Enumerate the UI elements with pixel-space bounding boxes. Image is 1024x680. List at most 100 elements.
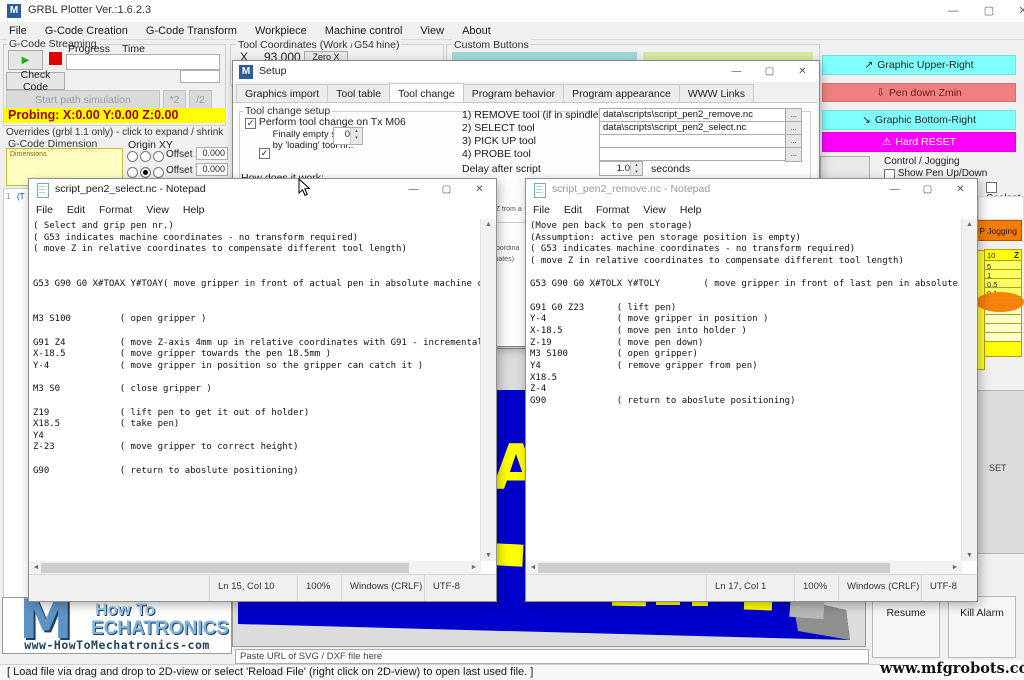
menu-format[interactable]: Format [92, 204, 139, 216]
scroll-down-icon[interactable]: ▼ [962, 552, 977, 559]
menu-gcode-transform[interactable]: G-Code Transform [137, 25, 246, 37]
text-editor[interactable]: ( Select and grip pen nr.) ( G53 indicat… [29, 219, 481, 561]
origin-radio[interactable] [140, 151, 151, 162]
origin-radio[interactable] [127, 151, 138, 162]
menu-about[interactable]: About [453, 25, 500, 37]
speed-div2-button[interactable]: /2 [189, 90, 212, 109]
pickup-tool-field[interactable] [599, 134, 786, 148]
close-icon[interactable]: ✕ [944, 179, 977, 200]
tab-program-behavior[interactable]: Program behavior [463, 84, 564, 102]
menu-machine-control[interactable]: Machine control [316, 25, 412, 37]
start-simulation-button[interactable]: Start path simulation [6, 90, 160, 109]
jog-step-10: 10 [987, 251, 995, 260]
menu-file[interactable]: File [0, 25, 36, 37]
editor-content[interactable]: ( Select and grip pen nr.) ( G53 indicat… [29, 219, 481, 477]
origin-radio[interactable] [127, 167, 138, 178]
menu-gcode-creation[interactable]: G-Code Creation [36, 25, 137, 37]
jog-step-bottom[interactable] [984, 341, 1022, 357]
text-editor[interactable]: (Move pen back to pen storage) (Assumpti… [526, 219, 962, 561]
probe-tool-field[interactable] [599, 147, 786, 161]
horizontal-scrollbar[interactable]: ◄ ► [29, 561, 481, 575]
vertical-scrollbar[interactable]: ▲ ▼ [961, 219, 977, 561]
maximize-icon[interactable]: ▢ [753, 61, 786, 82]
setup-title: Setup [259, 65, 286, 77]
close-icon[interactable]: ✕ [786, 61, 819, 82]
menu-format[interactable]: Format [589, 204, 636, 216]
vertical-scrollbar[interactable]: ▲ ▼ [480, 219, 496, 561]
play-button[interactable]: ▶ [8, 50, 43, 70]
setup-titlebar[interactable]: M Setup — ▢ ✕ [233, 61, 819, 82]
minimize-icon[interactable]: — [878, 179, 911, 200]
scroll-right-icon[interactable]: ► [948, 561, 962, 575]
menu-help[interactable]: Help [673, 204, 709, 216]
menu-edit[interactable]: Edit [60, 204, 92, 216]
hard-reset-button[interactable]: ⚠ Hard RESET [822, 132, 1016, 152]
tab-program-appearance[interactable]: Program appearance [563, 84, 680, 102]
editor-content[interactable]: (Move pen back to pen storage) (Assumpti… [526, 219, 962, 408]
offset-x-field[interactable]: 0.000 [196, 147, 228, 160]
spinner-arrows-icon[interactable]: ▴▾ [630, 162, 642, 175]
scroll-right-icon[interactable]: ► [467, 561, 481, 575]
custom-button-1[interactable] [452, 52, 637, 60]
gcode-editor-strip[interactable]: 1 (T [3, 188, 29, 598]
custom-button-2[interactable] [643, 52, 813, 60]
scrollbar-thumb[interactable] [41, 563, 409, 573]
tab-www-links[interactable]: WWW Links [679, 84, 754, 102]
maximize-icon[interactable]: ▢ [430, 179, 463, 200]
checkbox-checked-icon: ✓ [245, 118, 256, 129]
minimize-icon[interactable]: — [720, 61, 753, 82]
kill-alarm-button[interactable]: Kill Alarm [948, 596, 1016, 658]
menu-edit[interactable]: Edit [557, 204, 589, 216]
encoding: UTF-8 [424, 575, 496, 601]
time-field [180, 70, 220, 83]
overrides-toggle[interactable]: Overrides (grbl 1.1 only) - click to exp… [6, 127, 223, 138]
offset-y-field[interactable]: 0.000 [196, 163, 228, 176]
graphic-bottom-right-button[interactable]: ↘ Graphic Bottom-Right [822, 110, 1016, 130]
perform-tool-change-checkbox[interactable]: ✓ Perform tool change on Tx M06 [245, 116, 406, 129]
menu-view[interactable]: View [636, 204, 673, 216]
pen-down-zmin-button[interactable]: ⇩ Pen down Zmin [822, 83, 1016, 102]
minimize-icon[interactable]: — [936, 0, 970, 22]
tab-tool-table[interactable]: Tool table [327, 84, 390, 102]
origin-radio[interactable] [153, 151, 164, 162]
scroll-up-icon[interactable]: ▲ [481, 221, 496, 228]
close-icon[interactable]: ✕ [1006, 0, 1024, 22]
tool-nr-spinner[interactable]: 0 ▴▾ [333, 127, 363, 145]
check-code-button[interactable]: Check Code [6, 72, 65, 90]
tab-graphics-import[interactable]: Graphics import [236, 84, 328, 102]
notepad-titlebar[interactable]: script_pen2_select.nc - Notepad — ▢ ✕ [29, 179, 496, 200]
scrollbar-thumb[interactable] [538, 563, 890, 573]
origin-radio[interactable] [153, 167, 164, 178]
origin-radio-selected[interactable] [140, 167, 151, 178]
menu-view[interactable]: View [411, 25, 453, 37]
close-icon[interactable]: ✕ [463, 179, 496, 200]
menu-workpiece[interactable]: Workpiece [246, 25, 316, 37]
tab-tool-change[interactable]: Tool change [389, 83, 464, 102]
select-tool-field[interactable]: data\scripts\script_pen2_select.nc [599, 121, 786, 135]
main-titlebar[interactable]: M GRBL Plotter Ver.:1.6.2.3 — ▢ ✕ [0, 0, 1024, 23]
scroll-up-icon[interactable]: ▲ [962, 221, 977, 228]
jog-knob-icon[interactable] [976, 292, 1024, 312]
menu-help[interactable]: Help [176, 204, 212, 216]
menu-file[interactable]: File [29, 204, 60, 216]
graphic-upper-right-button[interactable]: ↗ Graphic Upper-Right [822, 55, 1016, 75]
svg-url-input[interactable]: Paste URL of SVG / DXF file here [235, 649, 869, 664]
probe-tool-label: 4) PROBE tool [462, 148, 531, 160]
minimize-icon[interactable]: — [397, 179, 430, 200]
remove-tool-field[interactable]: data\scripts\script_pen2_remove.nc [599, 108, 786, 122]
notepad-titlebar[interactable]: script_pen2_remove.nc - Notepad — ▢ ✕ [526, 179, 977, 200]
menu-view[interactable]: View [139, 204, 176, 216]
scroll-down-icon[interactable]: ▼ [481, 552, 496, 559]
browse-button[interactable]: ... [785, 147, 802, 162]
stop-icon[interactable] [49, 52, 62, 65]
reset-label-fragment: SET [989, 463, 1007, 473]
speed-x2-button[interactable]: *2 [163, 90, 186, 109]
menu-file[interactable]: File [526, 204, 557, 216]
horizontal-scrollbar[interactable]: ◄ ► [526, 561, 962, 575]
maximize-icon[interactable]: ▢ [911, 179, 944, 200]
spinner-arrows-icon[interactable]: ▴▾ [350, 128, 362, 144]
resume-button[interactable]: Resume [872, 596, 940, 658]
maximize-icon[interactable]: ▢ [972, 0, 1006, 22]
mouse-cursor-icon [298, 178, 311, 197]
delay-spinner[interactable]: 1.0 ▴▾ [599, 161, 643, 176]
